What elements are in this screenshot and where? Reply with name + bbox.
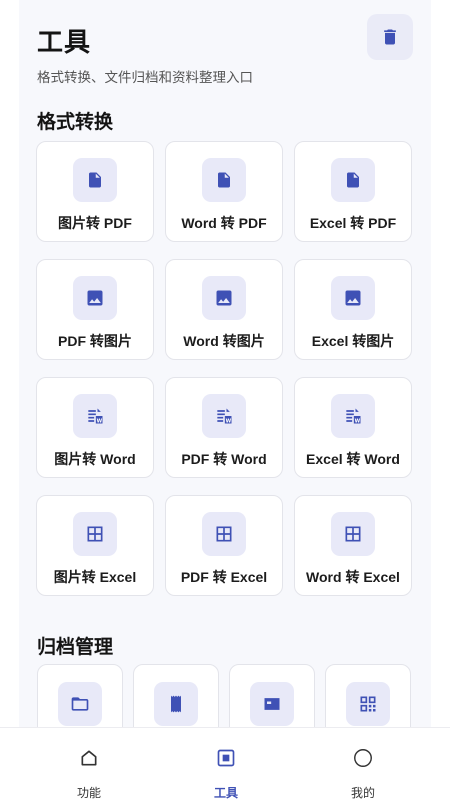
file-icon — [331, 158, 375, 202]
tool-card-pdf-to-image[interactable]: PDF 转图片 — [36, 259, 154, 360]
receipt-icon — [154, 682, 198, 726]
archive-card-folder[interactable] — [37, 664, 123, 727]
tool-card-label: Word 转 Excel — [306, 569, 400, 585]
section-title-format: 格式转换 — [37, 112, 114, 133]
tool-card-image-to-word[interactable]: W 图片转 Word — [36, 377, 154, 478]
svg-text:W: W — [355, 418, 361, 424]
word-doc-icon: W — [331, 394, 375, 438]
nav-label: 工具 — [213, 786, 238, 800]
archive-card-card[interactable] — [229, 664, 315, 727]
tool-card-excel-to-pdf[interactable]: Excel 转 PDF — [294, 141, 412, 242]
tool-card-label: 图片转 PDF — [58, 215, 132, 231]
profile-icon — [352, 746, 374, 770]
nav-label: 功能 — [76, 786, 101, 800]
page-header: 工具 — [37, 22, 91, 59]
tool-card-pdf-to-word[interactable]: W PDF 转 Word — [165, 377, 283, 478]
card-icon — [250, 682, 294, 726]
image-icon — [202, 276, 246, 320]
table-icon — [202, 512, 246, 556]
tool-card-word-to-image[interactable]: Word 转图片 — [165, 259, 283, 360]
trash-button[interactable] — [367, 14, 413, 60]
tool-card-word-to-excel[interactable]: Word 转 Excel — [294, 495, 412, 596]
tool-card-excel-to-word[interactable]: W Excel 转 Word — [294, 377, 412, 478]
tools-page: 工具 格式转换、文件归档和资料整理入口 格式转换 图片转 PDF Word 转 … — [19, 0, 431, 727]
svg-text:W: W — [226, 418, 232, 424]
tool-card-label: PDF 转 Excel — [180, 569, 268, 585]
word-doc-icon: W — [73, 394, 117, 438]
tools-icon — [216, 746, 236, 770]
format-grid: 图片转 PDF Word 转 PDF Excel 转 PDF PDF 转图片 W… — [36, 141, 413, 596]
tool-card-label: 图片转 Word — [54, 451, 136, 467]
tool-card-label: Word 转图片 — [183, 333, 265, 349]
tool-card-label: PDF 转 Word — [181, 451, 267, 467]
table-icon — [73, 512, 117, 556]
archive-card-qr[interactable] — [325, 664, 411, 727]
bottom-nav: 功能 工具 我的 — [0, 727, 450, 800]
page-title: 工具 — [37, 27, 92, 57]
nav-item-tools[interactable]: 工具 — [181, 728, 271, 800]
section-title-archive: 归档管理 — [37, 637, 114, 658]
archive-grid — [37, 664, 413, 727]
folder-icon — [58, 682, 102, 726]
page-subtitle: 格式转换、文件归档和资料整理入口 — [37, 70, 253, 85]
tool-card-image-to-excel[interactable]: 图片转 Excel — [36, 495, 154, 596]
tool-card-label: PDF 转图片 — [58, 333, 132, 349]
tool-card-label: Excel 转 PDF — [309, 215, 397, 231]
word-doc-icon: W — [202, 394, 246, 438]
trash-icon — [384, 29, 396, 45]
tool-card-image-to-pdf[interactable]: 图片转 PDF — [36, 141, 154, 242]
tool-card-label: 图片转 Excel — [53, 569, 137, 585]
image-icon — [331, 276, 375, 320]
nav-item-functions[interactable]: 功能 — [44, 728, 134, 800]
tool-card-excel-to-image[interactable]: Excel 转图片 — [294, 259, 412, 360]
tool-card-label: Word 转 PDF — [181, 215, 267, 231]
tool-card-label: Excel 转 Word — [306, 451, 400, 467]
nav-item-profile[interactable]: 我的 — [318, 728, 408, 800]
table-icon — [331, 512, 375, 556]
tool-card-label: Excel 转图片 — [311, 333, 395, 349]
home-icon — [79, 746, 99, 770]
image-icon — [73, 276, 117, 320]
svg-text:W: W — [97, 418, 103, 424]
tool-card-word-to-pdf[interactable]: Word 转 PDF — [165, 141, 283, 242]
file-icon — [202, 158, 246, 202]
file-icon — [73, 158, 117, 202]
nav-label: 我的 — [350, 786, 375, 800]
archive-card-receipt[interactable] — [133, 664, 219, 727]
tool-card-pdf-to-excel[interactable]: PDF 转 Excel — [165, 495, 283, 596]
qr-code-icon — [346, 682, 390, 726]
